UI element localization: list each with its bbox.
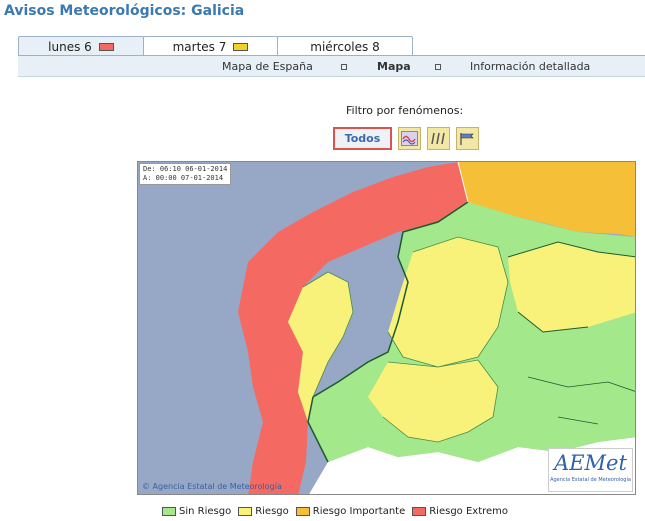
legend-label: Riesgo Importante — [312, 506, 406, 517]
warning-period: De: 06:10 06-01-2014 A: 00:00 07-01-2014 — [139, 163, 232, 185]
nav-mapa-espana[interactable]: Mapa de España — [222, 60, 313, 73]
wind-icon[interactable] — [456, 127, 479, 150]
legend-item: Sin Riesgo — [162, 506, 231, 517]
warning-period-to: A: 00:00 07-01-2014 — [143, 174, 224, 182]
nav-separator — [341, 64, 347, 70]
warnings-map[interactable]: De: 06:10 06-01-2014 A: 00:00 07-01-2014… — [137, 161, 636, 495]
legend-swatch — [295, 507, 310, 516]
day-tabs: lunes 6 martes 7 miércoles 8 — [18, 36, 413, 57]
aemet-logo-subtext: Agencia Estatal de Meteorología — [550, 477, 631, 483]
legend-label: Sin Riesgo — [179, 506, 232, 517]
nav-informacion-detallada[interactable]: Información detallada — [470, 60, 590, 73]
filter-label: Filtro por fenómenos: — [346, 104, 464, 117]
coastal-waves-icon[interactable] — [398, 127, 421, 150]
legend-label: Riesgo — [255, 506, 289, 517]
warning-period-from: De: 06:10 06-01-2014 — [143, 165, 228, 173]
tab-label: lunes 6 — [48, 40, 92, 54]
legend-swatch — [238, 507, 253, 516]
legend-swatch — [162, 507, 176, 516]
aemet-logo-word: AEMet — [554, 451, 627, 475]
tab-warning-swatch — [233, 42, 249, 51]
tab-label: miércoles 8 — [310, 39, 380, 54]
sub-navigation: Mapa de España Mapa Información detallad… — [18, 55, 645, 77]
tab-martes[interactable]: martes 7 — [143, 36, 278, 56]
page-title: Avisos Meteorológicos: Galicia — [4, 3, 245, 19]
map-legend: Sin Riesgo Riesgo Riesgo Importante Ries… — [162, 506, 508, 517]
aemet-logo: AEMet Agencia Estatal de Meteorología — [548, 448, 633, 492]
filter-buttons: Todos — [333, 127, 479, 150]
tab-lunes[interactable]: lunes 6 — [18, 36, 144, 57]
legend-swatch — [412, 507, 427, 516]
tab-warning-swatch — [98, 43, 114, 51]
legend-item: Riesgo Importante — [295, 506, 406, 517]
map-credit-text: Agencia Estatal de Meteorología — [152, 482, 282, 491]
legend-item: Riesgo Extremo — [412, 506, 508, 517]
tab-miercoles[interactable]: miércoles 8 — [277, 36, 413, 56]
map-credit: © Agencia Estatal de Meteorología — [142, 482, 282, 491]
legend-item: Riesgo — [238, 506, 289, 517]
galicia-map — [138, 162, 635, 494]
nav-mapa[interactable]: Mapa — [377, 60, 411, 73]
copyright-icon: © — [142, 482, 150, 491]
legend-label: Riesgo Extremo — [429, 506, 509, 517]
tab-label: martes 7 — [172, 39, 227, 54]
nav-separator — [435, 64, 441, 70]
rain-icon[interactable] — [427, 127, 450, 150]
filter-todos-button[interactable]: Todos — [333, 127, 392, 150]
